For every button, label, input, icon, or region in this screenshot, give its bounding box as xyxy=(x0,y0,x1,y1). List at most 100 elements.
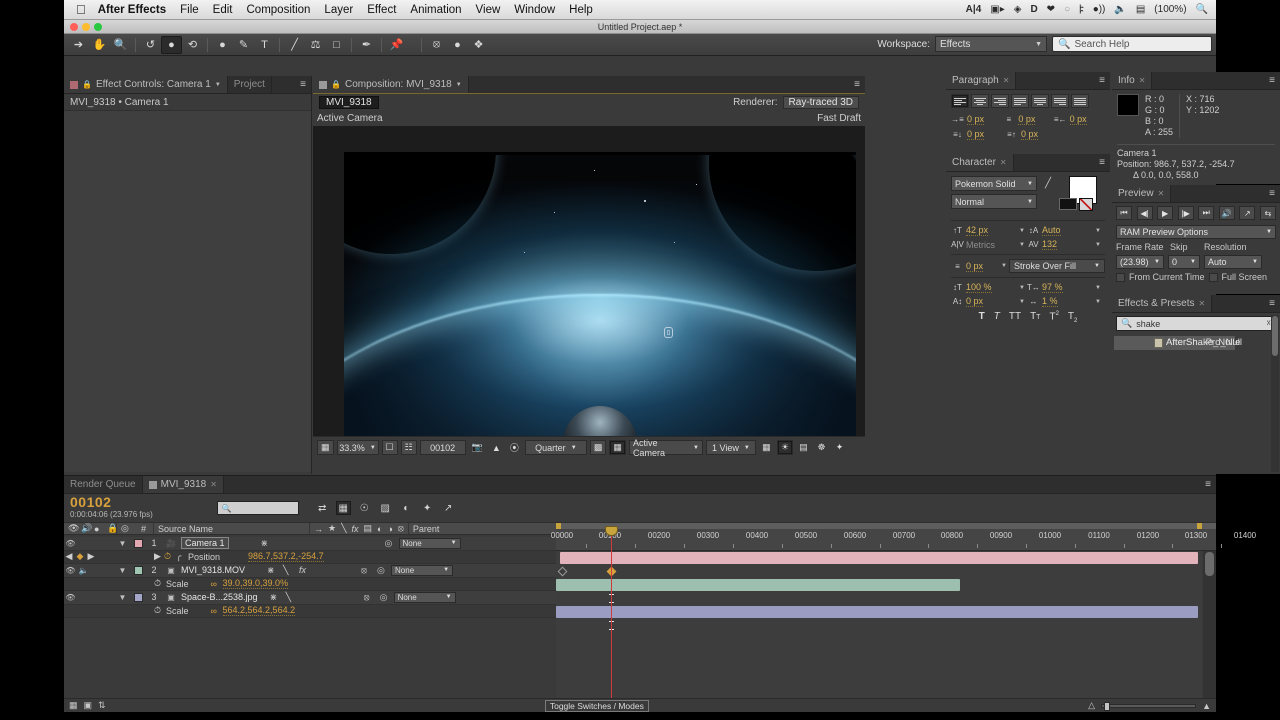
video-switch[interactable]: 👁 xyxy=(64,566,77,575)
panel-menu-icon[interactable]: ≡ xyxy=(295,76,311,93)
toggle-transparency-grid-icon[interactable]: ☷ xyxy=(401,440,417,455)
current-time-indicator[interactable] xyxy=(611,551,612,698)
full-screen-checkbox[interactable] xyxy=(1209,273,1218,282)
menu-composition[interactable]: Composition xyxy=(247,4,311,16)
view-axis-mode-icon[interactable]: ❖ xyxy=(468,36,489,54)
effects-icon[interactable]: fx xyxy=(299,565,315,575)
zoom-tool-icon[interactable]: 🔍 xyxy=(110,36,131,54)
switches-modes-icon[interactable]: ▣ xyxy=(84,700,93,711)
video-switch-col[interactable]: 👁 xyxy=(64,523,77,534)
menu-animation[interactable]: Animation xyxy=(410,4,461,16)
tsume-field[interactable]: ↔ 1 % ▼ xyxy=(1027,296,1101,307)
wifi-icon[interactable]: ●)) xyxy=(1093,4,1106,15)
label-color[interactable] xyxy=(129,593,147,602)
lock-icon[interactable]: 🔒 xyxy=(331,80,341,89)
close-icon[interactable]: ✕ xyxy=(1199,299,1206,308)
orbit-camera-tool-icon[interactable]: ⟲ xyxy=(182,36,203,54)
zoom-in-icon[interactable]: ▲ xyxy=(1202,701,1211,711)
align-left-icon[interactable] xyxy=(951,94,969,108)
tracking-field[interactable]: AV 132 ▼ xyxy=(1027,239,1101,250)
track-row[interactable] xyxy=(556,605,1202,619)
table-row[interactable]: ⏱ Scale ∞ 564.2,564.2,564.2 xyxy=(64,605,556,619)
parent-pick-whip-icon[interactable]: ◎ xyxy=(385,538,399,549)
panel-menu-icon[interactable]: ≡ xyxy=(1264,72,1280,89)
clock-icon[interactable]: ○ xyxy=(1064,4,1070,15)
display-icon[interactable]: D xyxy=(1030,4,1037,15)
shy-icon[interactable]: ⋇ xyxy=(267,565,283,576)
panel-menu-icon[interactable]: ≡ xyxy=(1094,72,1110,89)
audio-switch[interactable]: 🔈 xyxy=(77,566,90,575)
puppet-pin-tool-icon[interactable]: 📌 xyxy=(386,36,407,54)
timeline-tracks[interactable] xyxy=(556,551,1202,698)
enable-frame-blending-icon[interactable]: ▨ xyxy=(378,501,393,515)
parent-select[interactable]: None ▼ xyxy=(391,565,453,576)
adjustment-layer-icon[interactable]: ◑ xyxy=(387,524,392,534)
unified-camera-tool-icon[interactable]: ● xyxy=(161,36,182,54)
space-before-field[interactable]: ≡↓ 0 px xyxy=(951,129,1005,140)
superscript-icon[interactable]: T2 xyxy=(1049,311,1058,324)
apple-logo-icon[interactable]:  xyxy=(76,3,86,16)
close-icon[interactable]: ✕ xyxy=(210,480,217,489)
show-channel-icon[interactable]: ⦿ xyxy=(507,440,522,455)
stroke-width-field[interactable]: ≡ 0 px ▼ xyxy=(951,261,1007,272)
view-layout-select[interactable]: 1 View ▼ xyxy=(706,440,756,455)
composition-canvas[interactable] xyxy=(344,152,856,444)
three-d-layer-icon[interactable]: ⦻ xyxy=(364,592,380,603)
timeline-icon[interactable]: ▤ xyxy=(796,440,811,455)
table-row[interactable]: 👁 ▼ 3 ▣ Space-B...2538.jpg ⋇ ╲ ⦻ ◎ None xyxy=(64,591,556,605)
last-frame-icon[interactable]: ⏭ xyxy=(1198,206,1214,220)
panel-menu-icon[interactable]: ≡ xyxy=(1264,185,1280,202)
timeline-ruler[interactable]: 00000 00100 00200 00300 00400 00500 0060… xyxy=(556,523,1216,551)
menu-view[interactable]: View xyxy=(476,4,501,16)
timeline-zoom-slider[interactable] xyxy=(1101,704,1196,708)
work-area-bar[interactable] xyxy=(556,523,1216,529)
indent-left-field[interactable]: →≡ 0 px xyxy=(951,114,1002,125)
camera-select[interactable]: Active Camera ▼ xyxy=(629,440,703,455)
justify-all-icon[interactable] xyxy=(1071,94,1089,108)
keyframe-start[interactable] xyxy=(558,566,568,576)
video-switch[interactable]: 👁 xyxy=(64,539,77,548)
effects-scrollbar-thumb[interactable] xyxy=(1272,316,1278,356)
tab-effects-and-presets[interactable]: Effects & Presets ✕ xyxy=(1112,295,1212,312)
frame-blending-icon[interactable]: ▤ xyxy=(364,523,373,534)
motion-blur-icon[interactable]: ◐ xyxy=(377,524,382,534)
evernote-icon[interactable]: ❤ xyxy=(1047,4,1055,15)
dropbox-icon[interactable]: ◈ xyxy=(1014,4,1022,15)
tab-timeline-comp[interactable]: MVI_9318 ✕ xyxy=(143,476,224,493)
all-caps-icon[interactable]: TT xyxy=(1009,311,1021,324)
align-center-icon[interactable] xyxy=(971,94,989,108)
input-source-icon[interactable]: A|4 xyxy=(966,4,982,15)
workspace-select[interactable]: Effects ▼ xyxy=(935,36,1047,52)
menu-help[interactable]: Help xyxy=(569,4,593,16)
stopwatch-icon[interactable]: ⏱ xyxy=(154,578,166,589)
menu-layer[interactable]: Layer xyxy=(324,4,353,16)
space-after-field[interactable]: ≡↑ 0 px xyxy=(1005,129,1059,140)
tab-render-queue[interactable]: Render Queue xyxy=(64,476,143,493)
eraser-tool-icon[interactable]: □ xyxy=(326,36,347,54)
property-disclosure-icon[interactable]: ▶ xyxy=(154,551,164,562)
composition-viewer-stage[interactable]: ▦ 33.3% ▼ ☐ ☷ 00102 📷 ▲ ⦿ Quarter ▼ ▩ xyxy=(313,126,865,458)
reset-exposure-icon[interactable]: ✦ xyxy=(832,440,847,455)
loop-icon[interactable]: ⇆ xyxy=(1260,206,1276,220)
video-switch[interactable]: 👁 xyxy=(64,593,77,602)
ram-preview-options-select[interactable]: RAM Preview Options ▼ xyxy=(1116,225,1276,239)
timeline-search-input[interactable]: 🔍 xyxy=(217,501,299,515)
tab-effect-controls[interactable]: 🔒 Effect Controls: Camera 1 ▼ xyxy=(64,76,228,93)
table-row[interactable]: 👁 🔈 ▼ 2 ▣ MVI_9318.MOV ⋇ ╲ fx ⦻ ◎ xyxy=(64,564,556,578)
subscript-icon[interactable]: T2 xyxy=(1068,311,1077,324)
audio-switch-col[interactable]: 🔊 xyxy=(77,523,90,534)
layer-number-col[interactable]: # xyxy=(137,523,153,534)
shy-icon[interactable]: ⋇ xyxy=(270,592,286,603)
close-icon[interactable]: ✕ xyxy=(1003,76,1010,85)
effects-search-input[interactable]: 🔍 shake ☓ xyxy=(1116,316,1276,331)
parent-pick-whip-icon[interactable]: ◎ xyxy=(380,592,394,603)
preview-resolution-select[interactable]: Auto ▼ xyxy=(1204,255,1262,269)
current-timecode[interactable]: 00102 xyxy=(420,440,466,455)
zoom-level-select[interactable]: 33.3% ▼ xyxy=(337,440,379,455)
toggle-switches-modes-button[interactable]: Toggle Switches / Modes xyxy=(545,700,649,712)
comp-flowchart-icon[interactable]: ☸ xyxy=(814,440,829,455)
solo-switch-col[interactable]: ● xyxy=(90,523,103,534)
label-color[interactable] xyxy=(129,539,147,548)
panel-menu-icon[interactable]: ≡ xyxy=(1264,295,1280,312)
close-button[interactable] xyxy=(70,23,78,31)
